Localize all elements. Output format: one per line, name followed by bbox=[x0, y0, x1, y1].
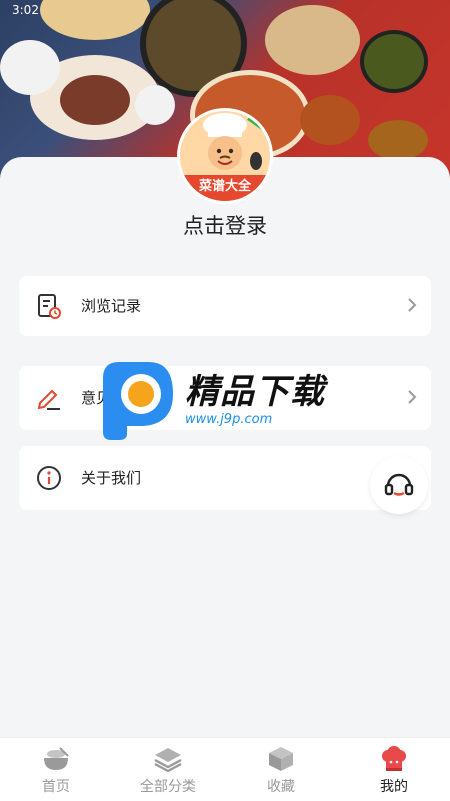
bottom-tab-bar: 首页 全部分类 收藏 我的 bbox=[0, 737, 450, 801]
chef-hat-icon bbox=[382, 746, 406, 771]
dish-image bbox=[300, 95, 360, 145]
status-time: 3:02 bbox=[12, 3, 39, 17]
tab-label: 我的 bbox=[380, 779, 408, 795]
panda-figure-image bbox=[0, 40, 60, 95]
dish-image bbox=[368, 120, 428, 160]
dish-image bbox=[40, 0, 150, 40]
box-icon bbox=[269, 747, 293, 771]
tab-label: 全部分类 bbox=[140, 779, 196, 795]
dish-image bbox=[60, 75, 130, 125]
menu-card-history: 浏览记录 bbox=[19, 276, 431, 336]
login-prompt[interactable]: 点击登录 bbox=[0, 210, 450, 240]
headset-icon bbox=[384, 473, 414, 496]
chevron-right-icon bbox=[408, 390, 417, 404]
avatar-badge-label: 菜谱大全 bbox=[180, 175, 270, 201]
chef-avatar-icon bbox=[203, 111, 270, 170]
watermark-url: www.j9p.com bbox=[185, 412, 273, 427]
avatar[interactable]: 菜谱大全 bbox=[177, 108, 273, 204]
menu-item-about[interactable]: 关于我们 bbox=[19, 448, 431, 508]
info-icon bbox=[37, 466, 61, 490]
layers-icon bbox=[154, 748, 182, 772]
tab-home[interactable]: 首页 bbox=[0, 738, 112, 801]
watermark-logo-icon bbox=[103, 362, 173, 440]
edit-pen-icon bbox=[37, 389, 60, 410]
menu-item-label: 浏览记录 bbox=[81, 297, 142, 315]
tab-label: 收藏 bbox=[267, 779, 295, 795]
tab-categories[interactable]: 全部分类 bbox=[112, 738, 224, 801]
tab-favorites[interactable]: 收藏 bbox=[225, 738, 337, 801]
menu-item-history[interactable]: 浏览记录 bbox=[19, 276, 431, 336]
panda-figure-image bbox=[135, 85, 175, 125]
dish-image bbox=[265, 5, 360, 75]
watermark-title: 精品下载 bbox=[185, 372, 325, 412]
history-document-icon bbox=[38, 294, 61, 319]
tab-mine[interactable]: 我的 bbox=[338, 738, 450, 801]
menu-card-about: 关于我们 bbox=[19, 446, 431, 510]
dish-image bbox=[360, 30, 428, 93]
watermark-overlay: 精品下载 www.j9p.com bbox=[97, 358, 357, 442]
chevron-right-icon bbox=[408, 298, 417, 312]
bowl-icon bbox=[44, 747, 69, 770]
tab-label: 首页 bbox=[42, 779, 70, 795]
customer-service-button[interactable] bbox=[370, 456, 428, 514]
menu-item-label: 关于我们 bbox=[81, 469, 142, 487]
